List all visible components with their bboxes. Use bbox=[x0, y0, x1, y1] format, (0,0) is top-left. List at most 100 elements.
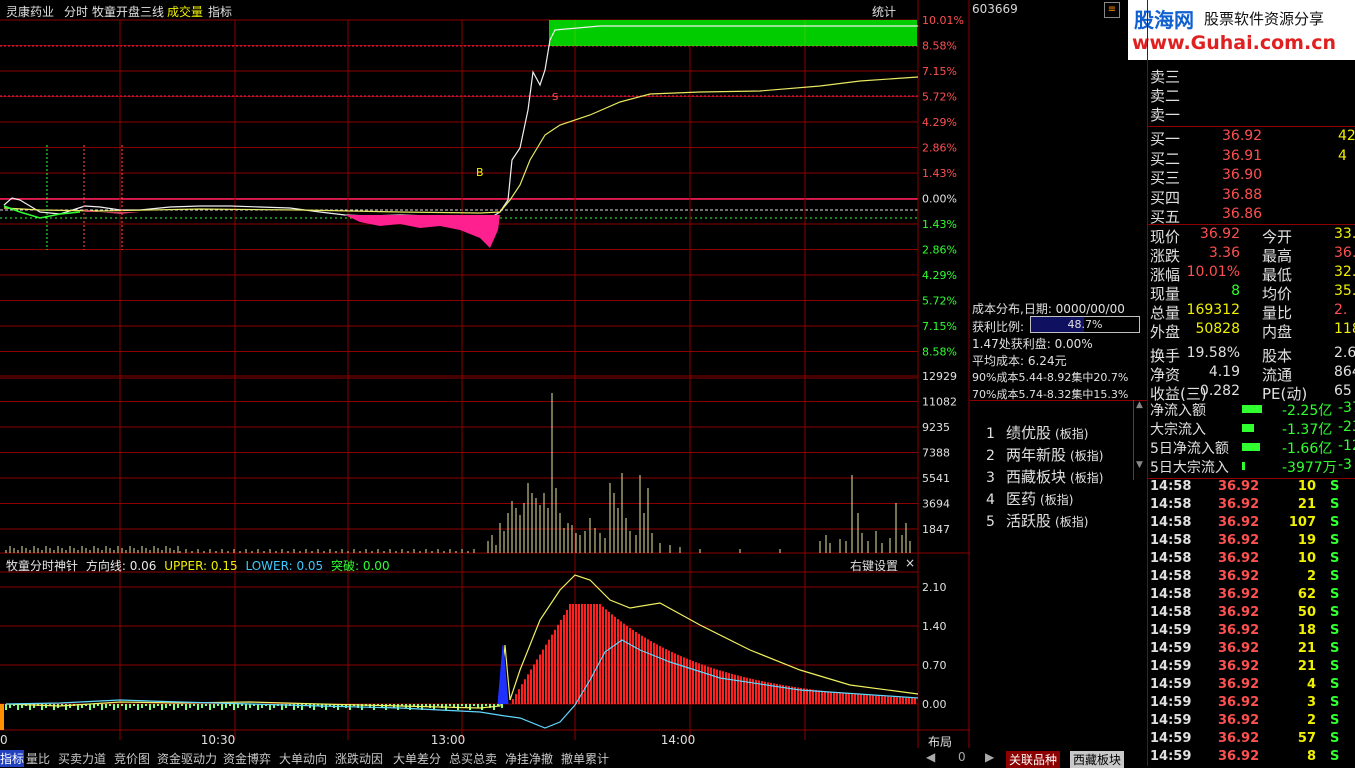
tick-row[interactable]: 14:58 36.92 21 S bbox=[1148, 497, 1355, 516]
arrow-left-icon[interactable]: ◀ bbox=[926, 750, 935, 764]
time-tick-label: 14:00 bbox=[661, 733, 696, 747]
tick-row[interactable]: 14:58 36.92 107 S bbox=[1148, 515, 1355, 534]
volume-tick-label: 9235 bbox=[922, 421, 950, 434]
tick-row[interactable]: 14:58 36.92 19 S bbox=[1148, 533, 1355, 552]
tick-row[interactable]: 14:59 36.92 57 S bbox=[1148, 731, 1355, 750]
quote-label-2: 股本 bbox=[1262, 347, 1293, 365]
quote-row: 换手 19.58% 股本 2.60 bbox=[1148, 345, 1355, 365]
tick-row[interactable]: 14:58 36.92 62 S bbox=[1148, 587, 1355, 606]
tab-tibet-sector[interactable]: 西藏板块 bbox=[1070, 751, 1125, 768]
quote-row: 现价 36.92 今开 33.8 bbox=[1148, 226, 1355, 246]
tick-time: 14:58 bbox=[1150, 497, 1192, 512]
tick-row[interactable]: 14:59 36.92 21 S bbox=[1148, 659, 1355, 678]
bottom-tab[interactable]: 大单差分 bbox=[393, 750, 441, 767]
quote-value-2: 35.8 bbox=[1334, 283, 1355, 299]
bottom-tab[interactable]: 涨跌动因 bbox=[335, 750, 383, 767]
right-click-settings[interactable]: 右键设置 bbox=[850, 557, 898, 574]
bottom-tab[interactable]: 量比 bbox=[26, 750, 50, 767]
quote-label: 外盘 bbox=[1150, 323, 1181, 341]
volume-label[interactable]: 成交量 bbox=[167, 3, 203, 20]
sector-scrollbar[interactable]: ▲ ▼ bbox=[1133, 400, 1146, 480]
price-tick-label: 1.43% bbox=[922, 218, 957, 231]
price-tick-label: 1.43% bbox=[922, 167, 957, 180]
bottom-tab[interactable]: 资金博弈 bbox=[223, 750, 271, 767]
tick-volume: 50 bbox=[1297, 605, 1316, 620]
bid-price: 36.86 bbox=[1222, 206, 1263, 222]
bottom-tab[interactable]: 大单动向 bbox=[279, 750, 327, 767]
quote-label: 换手 bbox=[1150, 347, 1181, 365]
bottom-tab[interactable]: 指标 bbox=[0, 750, 25, 767]
tick-row[interactable]: 14:59 36.92 18 S bbox=[1148, 623, 1355, 642]
quote-value-2: 2.60 bbox=[1334, 345, 1355, 361]
cost-line-1: 1.47处获利盘: 0.00% bbox=[972, 337, 1093, 351]
quote-value-2: 36.9 bbox=[1334, 245, 1355, 261]
bid-row[interactable]: 买五 36.86 bbox=[1148, 206, 1355, 226]
tick-volume: 4 bbox=[1306, 677, 1316, 692]
mode-label[interactable]: 分时 bbox=[64, 3, 88, 20]
tick-row[interactable]: 14:58 36.92 2 S bbox=[1148, 569, 1355, 588]
bottom-tab[interactable]: 竞价图 bbox=[114, 750, 150, 767]
tick-row[interactable]: 14:58 36.92 50 S bbox=[1148, 605, 1355, 624]
tick-price: 36.92 bbox=[1218, 587, 1260, 602]
tick-volume: 2 bbox=[1306, 569, 1316, 584]
quote-value-2: 8645 bbox=[1334, 364, 1355, 380]
menu-icon[interactable]: ≡ bbox=[1104, 2, 1120, 18]
tick-time: 14:59 bbox=[1150, 731, 1192, 746]
sector-item[interactable]: 4 医药 (板指) bbox=[986, 488, 1136, 510]
sector-list: 1 绩优股 (板指) 2 两年新股 (板指) 3 西藏板块 (板指) 4 医药 (板指) 5 活跃股 (板指… bbox=[986, 422, 1136, 532]
tick-time: 14:58 bbox=[1150, 587, 1192, 602]
arrow-right-icon[interactable]: ▶ bbox=[985, 750, 994, 764]
tick-time: 14:59 bbox=[1150, 623, 1192, 638]
indicator-label[interactable]: 指标 bbox=[208, 3, 232, 20]
price-tick-label: 8.58% bbox=[922, 346, 957, 359]
price-tick-label: 7.15% bbox=[922, 320, 957, 333]
bottom-tab[interactable]: 买卖力道 bbox=[58, 750, 106, 767]
time-tick-label: 10:30 bbox=[201, 733, 236, 747]
bid-row[interactable]: 买一 36.92 42 bbox=[1148, 128, 1355, 148]
stats-button[interactable]: 统计 bbox=[872, 3, 896, 20]
tick-price: 36.92 bbox=[1218, 605, 1260, 620]
flow-extra: -37 bbox=[1338, 400, 1355, 416]
close-icon[interactable]: × bbox=[905, 556, 915, 570]
tick-row[interactable]: 14:58 36.92 10 S bbox=[1148, 551, 1355, 570]
bid-row[interactable]: 买二 36.91 4 bbox=[1148, 148, 1355, 168]
flow-extra: -23 bbox=[1338, 419, 1355, 435]
time-tick-label: 0 bbox=[0, 733, 8, 747]
tick-row[interactable]: 14:58 36.92 10 S bbox=[1148, 479, 1355, 498]
oscillator-upper: UPPER: 0.15 bbox=[164, 559, 238, 573]
sector-item[interactable]: 5 活跃股 (板指) bbox=[986, 510, 1136, 532]
tick-row[interactable]: 14:59 36.92 2 S bbox=[1148, 713, 1355, 732]
tick-row[interactable]: 14:59 36.92 21 S bbox=[1148, 641, 1355, 660]
tick-row[interactable]: 14:59 36.92 4 S bbox=[1148, 677, 1355, 696]
intraday-chart-area[interactable]: 10.01% 8.58% 7.15% 5.72% 4.29% 2.86% 1.43% 0.00… bbox=[0, 0, 970, 766]
bottom-tab[interactable]: 总买总卖 bbox=[449, 750, 497, 767]
tick-price: 36.92 bbox=[1218, 695, 1260, 710]
tab-related-stocks[interactable]: 关联品种 bbox=[1006, 751, 1061, 768]
bottom-tab[interactable]: 资金驱动力 bbox=[157, 750, 217, 767]
indicator-name[interactable]: 牧童开盘三线 bbox=[92, 3, 164, 20]
sector-item[interactable]: 1 绩优股 (板指) bbox=[986, 422, 1136, 444]
ask-row[interactable]: 卖三 bbox=[1148, 66, 1355, 86]
bid-price: 36.88 bbox=[1222, 186, 1263, 203]
tick-side: S bbox=[1330, 605, 1340, 620]
quote-label-2: 内盘 bbox=[1262, 323, 1293, 341]
tick-price: 36.92 bbox=[1218, 569, 1260, 584]
tick-row[interactable]: 14:59 36.92 8 S bbox=[1148, 749, 1355, 768]
tick-row[interactable]: 14:59 36.92 3 S bbox=[1148, 695, 1355, 714]
tick-volume: 8 bbox=[1306, 749, 1316, 764]
ask-row[interactable]: 卖二 bbox=[1148, 85, 1355, 105]
bid-row[interactable]: 买三 36.90 bbox=[1148, 167, 1355, 187]
flow-extra: -12 bbox=[1338, 438, 1355, 454]
volume-tick-label: 7388 bbox=[922, 447, 950, 460]
bottom-tab[interactable]: 净挂净撤 bbox=[505, 750, 553, 767]
sector-item[interactable]: 2 两年新股 (板指) bbox=[986, 444, 1136, 466]
tick-price: 36.92 bbox=[1218, 677, 1260, 692]
tick-volume: 21 bbox=[1297, 641, 1316, 656]
tick-side: S bbox=[1330, 569, 1340, 584]
bottom-tab[interactable]: 撤单累计 bbox=[561, 750, 609, 767]
bid-row[interactable]: 买四 36.88 bbox=[1148, 186, 1355, 207]
chart-canvas[interactable]: 10.01%8.58%7.15%5.72%4.29%2.86%1.43%0.00… bbox=[0, 0, 970, 766]
quote-value: 3.36 bbox=[1208, 245, 1240, 261]
ask-row[interactable]: 卖一 bbox=[1148, 104, 1355, 124]
sector-item[interactable]: 3 西藏板块 (板指) bbox=[986, 466, 1136, 488]
